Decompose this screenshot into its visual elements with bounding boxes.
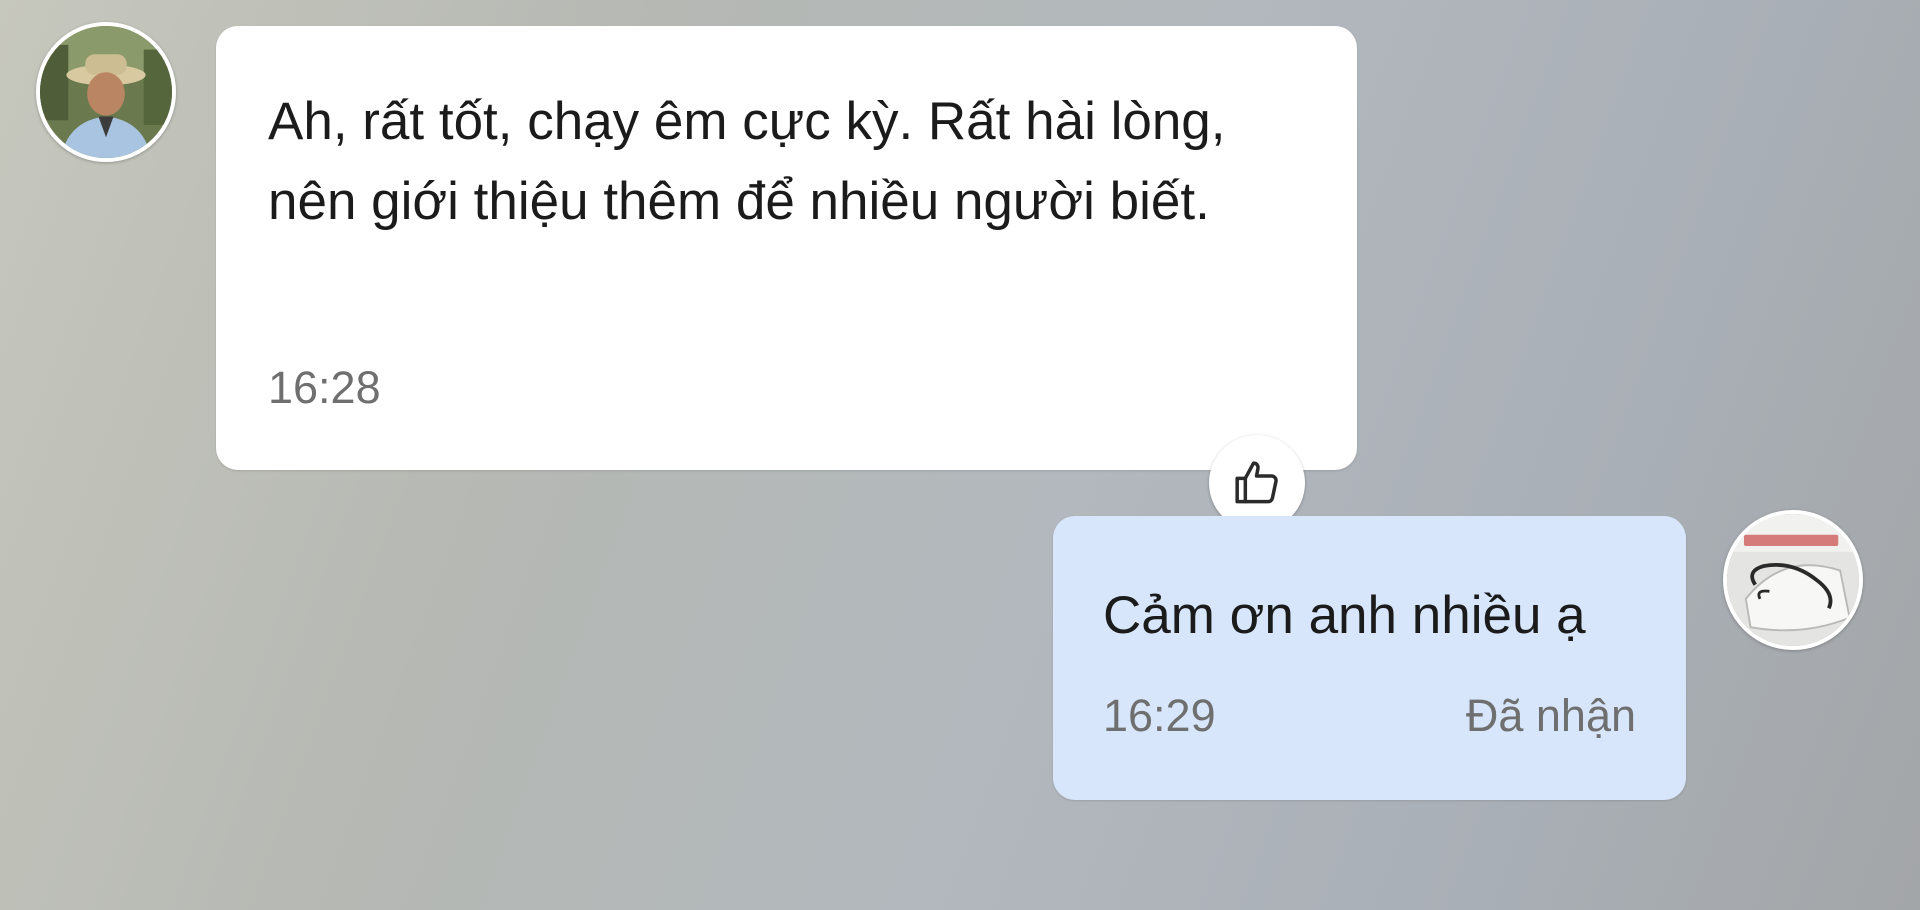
thumbs-up-icon	[1235, 461, 1278, 504]
sender-avatar[interactable]	[36, 22, 176, 162]
incoming-message-text: Ah, rất tốt, chạy êm cực kỳ. Rất hài lòn…	[268, 92, 1226, 231]
outgoing-message-bubble[interactable]: Cảm ơn anh nhiều ạ 16:29 Đã nhận	[1053, 516, 1686, 800]
chat-thread: Ah, rất tốt, chạy êm cực kỳ. Rất hài lòn…	[0, 0, 1920, 910]
outgoing-message-text: Cảm ơn anh nhiều ạ	[1103, 586, 1586, 645]
sender-avatar-image	[40, 26, 172, 158]
incoming-message-bubble[interactable]: Ah, rất tốt, chạy êm cực kỳ. Rất hài lòn…	[216, 26, 1357, 470]
delivery-status: Đã nhận	[1465, 690, 1636, 741]
my-avatar[interactable]	[1723, 510, 1863, 650]
incoming-message-time: 16:28	[268, 362, 381, 413]
outgoing-message-time: 16:29	[1103, 690, 1216, 741]
my-avatar-image	[1727, 514, 1859, 646]
